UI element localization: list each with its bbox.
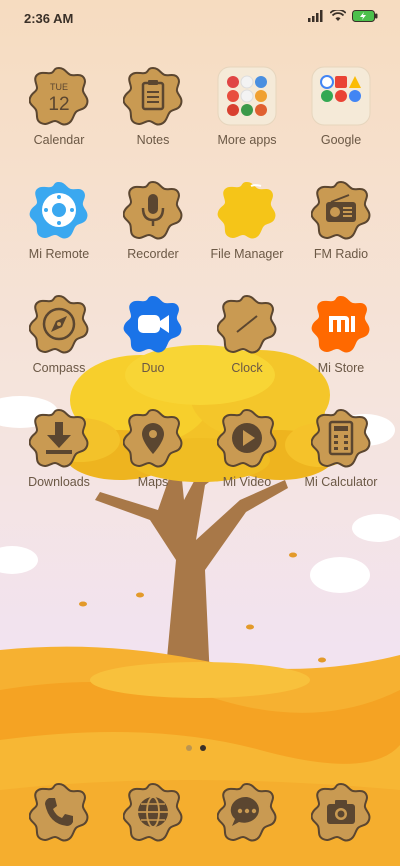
status-bar: 2:36 AM bbox=[0, 0, 400, 36]
browser-globe-icon bbox=[122, 783, 183, 842]
app-label: Calendar bbox=[33, 133, 85, 147]
folder-icon bbox=[217, 182, 276, 239]
download-icon bbox=[28, 409, 89, 468]
app-mi-store[interactable]: Mi Store bbox=[294, 294, 388, 375]
app-label: Compass bbox=[32, 361, 86, 375]
remote-icon bbox=[29, 182, 88, 239]
app-label: FM Radio bbox=[313, 247, 369, 261]
app-mi-calculator[interactable]: Mi Calculator bbox=[294, 408, 388, 489]
app-downloads[interactable]: Downloads bbox=[12, 408, 106, 489]
app-label: Mi Store bbox=[317, 361, 365, 375]
app-label: Duo bbox=[141, 361, 165, 375]
dock-messages[interactable] bbox=[200, 782, 294, 842]
app-notes[interactable]: Notes bbox=[106, 66, 200, 147]
page-dot-active[interactable] bbox=[200, 745, 206, 751]
app-duo[interactable]: Duo bbox=[106, 294, 200, 375]
app-label: Mi Remote bbox=[28, 247, 90, 261]
app-label: Downloads bbox=[28, 475, 90, 489]
page-indicator bbox=[186, 745, 206, 751]
app-label: File Manager bbox=[210, 247, 284, 261]
app-compass[interactable]: Compass bbox=[12, 294, 106, 375]
battery-charging-icon bbox=[352, 10, 378, 22]
dock-browser[interactable] bbox=[106, 782, 200, 842]
clock-icon bbox=[216, 295, 277, 354]
dock-camera[interactable] bbox=[294, 782, 388, 842]
app-label: Clock bbox=[231, 361, 263, 375]
folder-icon bbox=[311, 66, 371, 126]
app-clock[interactable]: Clock bbox=[200, 294, 294, 375]
app-label: Mi Video bbox=[222, 475, 272, 489]
folder-more-apps[interactable]: More apps bbox=[200, 66, 294, 147]
status-time: 2:36 AM bbox=[24, 11, 74, 26]
messages-icon bbox=[216, 783, 277, 842]
folder-google[interactable]: Google bbox=[294, 66, 388, 147]
app-label: Recorder bbox=[127, 247, 179, 261]
calendar-day: 12 bbox=[48, 94, 69, 115]
app-label: Maps bbox=[137, 475, 169, 489]
page-dot[interactable] bbox=[186, 745, 192, 751]
notes-icon bbox=[122, 67, 183, 126]
calendar-weekday: TUE bbox=[50, 82, 68, 92]
radio-icon bbox=[310, 181, 371, 240]
app-file-manager[interactable]: File Manager bbox=[200, 180, 294, 261]
camera-icon bbox=[310, 783, 371, 842]
app-label: Notes bbox=[136, 133, 170, 147]
mi-logo-icon bbox=[311, 296, 370, 353]
map-pin-icon bbox=[122, 409, 183, 468]
app-mi-remote[interactable]: Mi Remote bbox=[12, 180, 106, 261]
app-recorder[interactable]: Recorder bbox=[106, 180, 200, 261]
video-camera-icon bbox=[123, 296, 182, 353]
play-icon bbox=[216, 409, 277, 468]
calculator-icon bbox=[310, 409, 371, 468]
microphone-icon bbox=[122, 181, 183, 240]
app-label: Mi Calculator bbox=[304, 475, 378, 489]
compass-icon bbox=[28, 295, 89, 354]
wifi-icon bbox=[330, 10, 346, 21]
app-fm-radio[interactable]: FM Radio bbox=[294, 180, 388, 261]
folder-icon bbox=[217, 66, 277, 126]
app-calendar[interactable]: TUE 12 Calendar bbox=[12, 66, 106, 147]
app-label: Google bbox=[320, 133, 362, 147]
calendar-icon: TUE 12 bbox=[28, 67, 89, 126]
app-label: More apps bbox=[217, 133, 277, 147]
dock-phone[interactable] bbox=[12, 782, 106, 842]
phone-icon bbox=[28, 783, 89, 842]
app-mi-video[interactable]: Mi Video bbox=[200, 408, 294, 489]
app-maps[interactable]: Maps bbox=[106, 408, 200, 489]
signal-icon bbox=[308, 10, 323, 22]
